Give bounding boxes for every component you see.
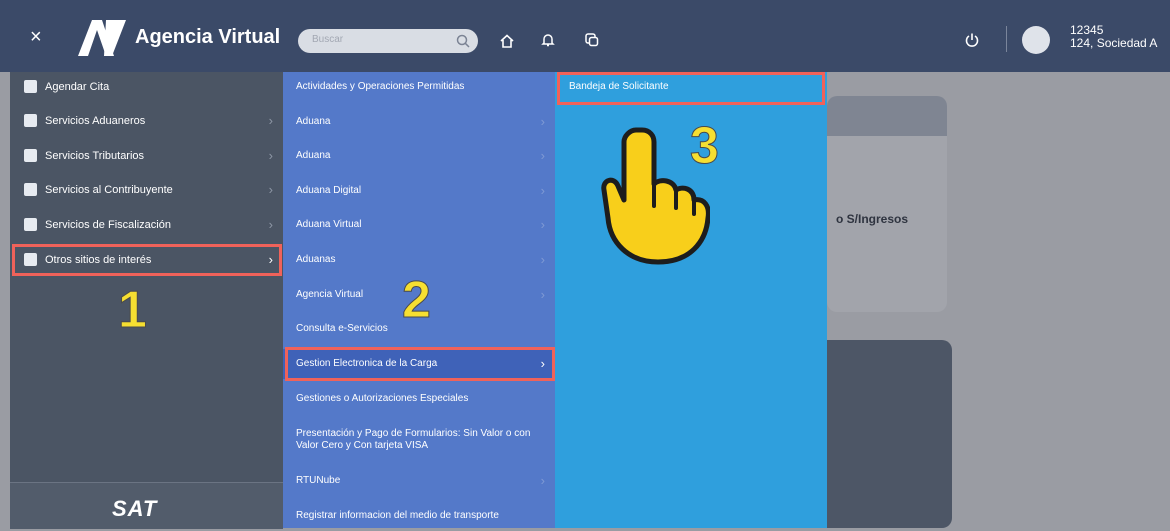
submenu-item-gestiones-autorizaciones[interactable]: Gestiones o Autorizaciones Especiales	[283, 384, 555, 414]
chevron-right-icon: ›	[540, 183, 545, 198]
submenu-item-presentacion-pago[interactable]: Presentación y Pago de Formularios: Sin …	[283, 420, 555, 460]
chevron-right-icon: ›	[540, 114, 545, 129]
step-number-1: 1	[118, 281, 148, 340]
submenu-item-label: Aduana Virtual	[296, 219, 362, 230]
submenu-item-label: Actividades y Operaciones Permitidas	[296, 81, 465, 92]
sidebar-item-label: Agendar Cita	[45, 81, 110, 93]
chevron-right-icon: ›	[268, 148, 273, 163]
user-company: 124, Sociedad A	[1070, 36, 1158, 50]
close-icon[interactable]: ×	[30, 26, 42, 49]
highlight-gestion-carga	[285, 347, 555, 381]
chevron-right-icon: ›	[268, 113, 273, 128]
avatar[interactable]	[1022, 26, 1050, 54]
pointing-hand-icon	[601, 127, 710, 265]
sidebar-item-label: Servicios Tributarios	[45, 150, 145, 162]
header-divider	[1006, 26, 1007, 52]
highlight-bandeja-solicitante	[557, 72, 825, 105]
search-input[interactable]: Buscar	[298, 29, 478, 53]
power-icon[interactable]	[964, 32, 980, 48]
step-number-2: 2	[402, 271, 432, 330]
sidebar-item-servicios-aduaneros[interactable]: Servicios Aduaneros ›	[10, 106, 283, 136]
chevron-right-icon: ›	[268, 217, 273, 232]
submenu-item-label: Aduanas	[296, 254, 336, 265]
submenu-item-label: Gestiones o Autorizaciones Especiales	[296, 393, 469, 404]
chevron-right-icon: ›	[540, 473, 545, 488]
bell-icon[interactable]	[540, 32, 556, 48]
sidebar-item-label: Servicios al Contribuyente	[45, 184, 173, 196]
document-icon	[24, 183, 37, 196]
submenu-item-label: Registrar informacion del medio de trans…	[296, 510, 499, 521]
sidebar-item-label: Servicios de Fiscalización	[45, 219, 171, 231]
highlight-otros-sitios	[12, 244, 282, 276]
sidebar-item-servicios-fiscalizacion[interactable]: Servicios de Fiscalización ›	[10, 210, 283, 240]
chevron-right-icon: ›	[540, 252, 545, 267]
submenu-item-rtunube[interactable]: RTUNube ›	[283, 466, 555, 496]
submenu-item-label: Agencia Virtual	[296, 289, 364, 300]
agencia-virtual-logo	[78, 20, 126, 56]
tax-icon	[24, 149, 37, 162]
submenu-item-aduana-2[interactable]: Aduana ›	[283, 141, 555, 171]
customs-icon	[24, 114, 37, 127]
sidebar-item-agendar-cita[interactable]: Agendar Cita	[10, 72, 283, 102]
chevron-right-icon: ›	[268, 182, 273, 197]
submenu-item-label: Presentación y Pago de Formularios: Sin …	[296, 428, 531, 451]
submenu-item-actividades[interactable]: Actividades y Operaciones Permitidas	[283, 72, 555, 102]
calendar-icon	[24, 80, 37, 93]
chevron-right-icon: ›	[540, 287, 545, 302]
submenu-item-aduana-digital[interactable]: Aduana Digital ›	[283, 176, 555, 206]
search-placeholder: Buscar	[312, 34, 344, 45]
submenu-item-label: Aduana	[296, 116, 331, 127]
user-info[interactable]: 12345 124, Sociedad A	[1070, 24, 1157, 50]
search-icon[interactable]	[456, 34, 470, 48]
submenu-item-registrar-transporte[interactable]: Registrar informacion del medio de trans…	[283, 501, 555, 531]
sidebar-item-servicios-tributarios[interactable]: Servicios Tributarios ›	[10, 141, 283, 171]
chevron-right-icon: ›	[540, 217, 545, 232]
background-card-header	[827, 96, 947, 136]
submenu-item-label: Aduana	[296, 150, 331, 161]
submenu-item-label: Consulta e-Servicios	[296, 323, 388, 334]
home-icon[interactable]	[499, 33, 515, 49]
submenu-item-label: RTUNube	[296, 475, 341, 486]
app-title: Agencia Virtual	[135, 26, 281, 48]
copy-icon[interactable]	[584, 32, 600, 48]
sidebar-item-label: Servicios Aduaneros	[45, 115, 146, 127]
audit-icon	[24, 218, 37, 231]
submenu-item-aduana-virtual[interactable]: Aduana Virtual ›	[283, 210, 555, 240]
chevron-right-icon: ›	[540, 148, 545, 163]
submenu-item-label: Aduana Digital	[296, 185, 362, 196]
submenu-item-aduana-1[interactable]: Aduana ›	[283, 107, 555, 137]
sat-logo: SAT	[112, 496, 158, 521]
sidebar-item-servicios-contribuyente[interactable]: Servicios al Contribuyente ›	[10, 175, 283, 205]
background-card-text: o S/Ingresos	[836, 212, 909, 226]
